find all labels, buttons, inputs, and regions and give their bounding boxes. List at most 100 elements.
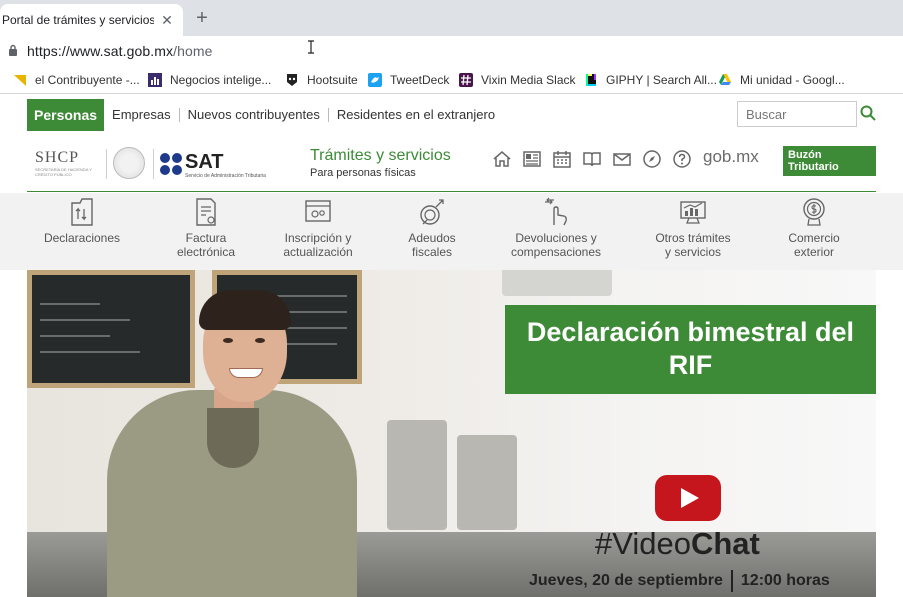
nav-personas-tab[interactable]: Personas: [27, 99, 105, 131]
category-label: fiscales: [411, 245, 452, 259]
category-comercio-exterior[interactable]: Comercio exterior: [754, 197, 874, 259]
person-hair: [199, 290, 291, 330]
url-path: /home: [173, 43, 213, 59]
shcp-logo-text: SHCP: [35, 149, 80, 166]
banner-headline-line: RIF: [668, 350, 713, 380]
category-adeudos[interactable]: Adeudos fiscales: [372, 197, 492, 259]
date-separator: [730, 570, 733, 592]
calendar-icon[interactable]: [552, 149, 572, 169]
inscripcion-icon: [305, 200, 331, 222]
youtube-play-icon[interactable]: [654, 474, 722, 522]
news-icon[interactable]: [522, 149, 542, 169]
category-label: Inscripción y: [284, 231, 352, 245]
bird-icon: [368, 73, 382, 87]
new-tab-button[interactable]: +: [192, 8, 212, 28]
category-bar: Declaraciones Factura electrónica Inscri…: [0, 193, 903, 270]
videochat-hashtag: #VideoChat: [595, 526, 760, 562]
event-time: 12:00 horas: [740, 572, 830, 590]
national-seal-icon: [113, 147, 145, 179]
page-title: Trámites y servicios: [310, 147, 451, 164]
bookmark-hootsuite[interactable]: Hootsuite: [285, 72, 358, 88]
person-eye: [255, 338, 265, 343]
chart-icon: [148, 73, 162, 87]
wedge-icon: [14, 75, 26, 86]
sat-logo-subtext: Servicio de Administración Tributaria: [185, 173, 266, 179]
search-icon[interactable]: [860, 105, 876, 121]
declaraciones-icon: [71, 198, 93, 226]
hashtag-bold: Chat: [690, 526, 760, 561]
bookmark-drive[interactable]: Mi unidad - Googl...: [718, 72, 845, 88]
bookmark-label: Hootsuite: [307, 73, 358, 87]
category-factura[interactable]: Factura electrónica: [146, 197, 266, 259]
banner-headline-line: Declaración bimestral del: [526, 317, 855, 347]
bookmarks-bar: el Contribuyente -... Negocios intelige.…: [0, 66, 903, 94]
bookmark-label: Mi unidad - Googl...: [740, 73, 845, 87]
category-label: Factura: [185, 231, 227, 245]
factura-icon: [196, 198, 216, 226]
category-label: Otros trámites: [655, 231, 731, 245]
bookmark-negocios[interactable]: Negocios intelige...: [148, 72, 271, 88]
bookmark-slack[interactable]: Vixin Media Slack: [459, 72, 576, 88]
event-date: Jueves, 20 de septiembre 12:00 horas: [529, 570, 830, 592]
pendant-lamp: [502, 270, 612, 296]
person-smile: [229, 368, 263, 378]
url-text[interactable]: https://www.sat.gob.mx/home: [27, 43, 213, 59]
category-label: Devoluciones y: [515, 231, 597, 245]
adeudos-icon: [420, 199, 444, 225]
bookmark-label: GIPHY | Search All...: [606, 73, 717, 87]
chalkboard-left: [27, 270, 195, 388]
owl-icon: [287, 74, 297, 86]
person-tshirt: [207, 408, 259, 468]
nav-residentes-link[interactable]: Residentes en el extranjero: [329, 108, 503, 122]
nav-empresas-link[interactable]: Empresas: [104, 108, 180, 122]
browser-tab[interactable]: Portal de trámites y servicios - ✕: [0, 4, 183, 36]
help-icon[interactable]: [672, 149, 692, 169]
gobmx-link[interactable]: gob.mx: [703, 147, 759, 167]
category-devoluciones[interactable]: Devoluciones y compensaciones: [496, 197, 616, 259]
coffee-grinder: [387, 420, 447, 530]
tab-strip: Portal de trámites y servicios - ✕ +: [0, 0, 903, 36]
sat-logo[interactable]: SAT Servicio de Administración Tributari…: [159, 149, 289, 179]
category-otros-tramites[interactable]: Otros trámites y servicios: [633, 197, 753, 259]
tab-title: Portal de trámites y servicios -: [2, 13, 154, 27]
category-declaraciones[interactable]: Declaraciones: [22, 197, 142, 245]
bookmark-contribuyente[interactable]: el Contribuyente -...: [13, 72, 140, 88]
address-bar[interactable]: https://www.sat.gob.mx/home: [0, 36, 903, 66]
category-label: Adeudos: [408, 231, 456, 245]
hashtag-prefix: #Video: [595, 526, 691, 561]
mail-icon[interactable]: [612, 149, 632, 169]
book-icon[interactable]: [582, 149, 602, 169]
bookmark-label: el Contribuyente -...: [35, 73, 140, 87]
page-subtitle: Para personas físicas: [310, 167, 416, 179]
search-input[interactable]: Buscar: [737, 101, 857, 127]
site-header: SHCP SECRETARÍA DE HACIENDA Y CRÉDITO PÚ…: [27, 139, 876, 191]
otros-icon: [680, 201, 706, 224]
coffee-grinder: [457, 435, 517, 530]
hero-banner[interactable]: Declaración bimestral del RIF #VideoChat…: [27, 270, 876, 597]
category-label: Comercio: [788, 231, 840, 245]
category-inscripcion[interactable]: Inscripción y actualización: [258, 197, 378, 259]
event-day: Jueves, 20 de septiembre: [529, 572, 723, 590]
logo-divider: [153, 149, 154, 179]
bookmark-giphy[interactable]: GIPHY | Search All...: [584, 72, 717, 88]
nav-nuevos-contribuyentes-link[interactable]: Nuevos contribuyentes: [180, 108, 329, 122]
close-tab-icon[interactable]: ✕: [159, 12, 175, 28]
shcp-logo-subtext: SECRETARÍA DE HACIENDA Y CRÉDITO PÚBLICO: [35, 167, 92, 177]
sat-logo-text: SAT: [185, 151, 224, 173]
category-label: electrónica: [176, 245, 236, 259]
giphy-icon: [586, 74, 596, 86]
buzon-tributario-button[interactable]: Buzón Tributario: [783, 146, 876, 176]
shcp-logo[interactable]: SHCP SECRETARÍA DE HACIENDA Y CRÉDITO PÚ…: [35, 149, 107, 179]
drive-icon: [719, 74, 731, 85]
sat-dots-icon: [160, 153, 182, 175]
compass-icon[interactable]: [642, 149, 662, 169]
header-icon-bar: [492, 148, 702, 170]
devoluciones-icon: [545, 197, 567, 226]
category-label: actualización: [283, 245, 353, 259]
audience-nav: Personas Empresas Nuevos contribuyentes …: [27, 99, 503, 131]
home-icon[interactable]: [492, 149, 512, 169]
banner-headline: Declaración bimestral del RIF: [505, 305, 876, 394]
bookmark-label: Vixin Media Slack: [481, 73, 576, 87]
bookmark-tweetdeck[interactable]: TweetDeck: [368, 72, 449, 88]
header-divider: [27, 191, 876, 192]
